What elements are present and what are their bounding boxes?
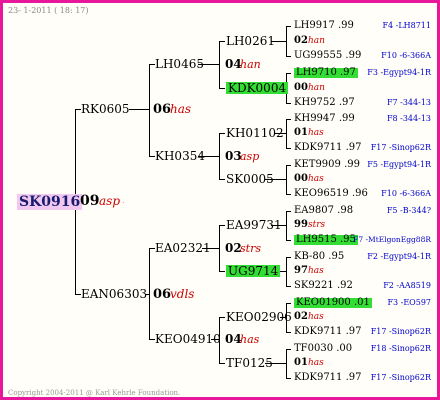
pair-number: 01 xyxy=(294,127,308,138)
pedigree-info: F7 -MtElgonEgg88R xyxy=(353,235,431,244)
pair-number: 06 xyxy=(153,102,172,117)
pigeon-id[interactable]: SK0005 xyxy=(226,173,274,185)
pigeon-id[interactable]: KH9752 .97 xyxy=(294,98,355,108)
pair-name: has xyxy=(308,358,324,368)
pigeon-id[interactable]: KEO02906 xyxy=(226,311,292,323)
pigeon-id[interactable]: LH0465 xyxy=(155,58,204,70)
pair-name: has xyxy=(308,312,324,322)
pair-name: han xyxy=(308,83,325,93)
pigeon-id-highlighted[interactable]: KEO01900 .01 xyxy=(294,298,372,308)
pair-number: 00 xyxy=(294,173,308,184)
pair-number: 02 xyxy=(294,35,308,46)
root-name: asp xyxy=(99,194,120,208)
pedigree-info: F5 -B-344? xyxy=(386,206,431,215)
pigeon-id[interactable]: EA02321 xyxy=(155,242,211,254)
pedigree-info: F2 -AA8519 xyxy=(383,281,431,290)
pair-name: strs xyxy=(308,220,326,230)
pedigree-info: F3 -Egypt94-1R xyxy=(367,68,431,77)
pair-name: has xyxy=(308,174,324,184)
pigeon-id[interactable]: TF0030 .00 xyxy=(294,344,352,354)
pair-name: vdls xyxy=(170,287,195,301)
pigeon-id[interactable]: UG99555 .99 xyxy=(294,51,361,61)
pedigree-info: F5 -Egypt94-1R xyxy=(367,160,431,169)
pair-number: 00 xyxy=(294,82,308,93)
pigeon-id[interactable]: KH01102 xyxy=(226,127,284,139)
pigeon-id[interactable]: TF0125 xyxy=(226,357,273,369)
pedigree-info: F18 -Sinop62R xyxy=(370,344,431,353)
pigeon-id[interactable]: SK9221 .92 xyxy=(294,281,353,291)
pedigree-info: F17 -Sinop62R xyxy=(370,143,431,152)
pigeon-id[interactable]: KEO96519 .96 xyxy=(294,189,368,199)
pigeon-id[interactable]: LH0261 xyxy=(226,35,275,47)
pigeon-id[interactable]: KB-80 .95 xyxy=(294,252,344,262)
pair-name: han xyxy=(308,36,325,46)
pigeon-id[interactable]: KH9947 .99 xyxy=(294,114,355,124)
pedigree-info: F4 -LH8711 xyxy=(382,21,431,30)
pedigree-frame: 23- 1-2011 ( 18: 17) Copyright 2004-2011… xyxy=(0,0,440,400)
pedigree-info: F3 -EO597 xyxy=(387,298,431,307)
pigeon-id[interactable]: LH9917 .99 xyxy=(294,21,354,31)
pigeon-id[interactable]: KET9909 .99 xyxy=(294,160,360,170)
copyright-text: Copyright 2004-2011 @ Karl Kehrle Founda… xyxy=(8,389,181,397)
pedigree-info: F10 -6-366A xyxy=(381,189,431,198)
pedigree-info: F2 -Egypt94-1R xyxy=(367,252,431,261)
pedigree-info: F8 -344-13 xyxy=(386,114,431,123)
pigeon-id[interactable]: EA99731 xyxy=(226,219,282,231)
pigeon-id-highlighted[interactable]: UG9714 xyxy=(226,265,281,277)
pair-number: 06 xyxy=(153,287,172,302)
pigeon-id-highlighted[interactable]: LH9515 .95 xyxy=(294,235,358,245)
pair-number: 01 xyxy=(294,357,308,368)
pigeon-id[interactable]: KDK9711 .97 xyxy=(294,327,362,337)
pedigree-info: F7 -344-13 xyxy=(386,98,431,107)
pedigree-info: F17 -Sinop62R xyxy=(370,373,431,382)
pigeon-id[interactable]: KDK9711 .97 xyxy=(294,373,362,383)
root-pigeon-id[interactable]: SK0916 xyxy=(17,194,83,210)
pair-name: has xyxy=(240,333,260,346)
pair-name: has xyxy=(170,102,192,116)
pigeon-id[interactable]: EAN06303 xyxy=(81,288,147,300)
pair-number: 99 xyxy=(294,219,308,230)
pigeon-id-highlighted[interactable]: LH9710 .97 xyxy=(294,68,358,78)
pair-name: has xyxy=(308,128,324,138)
pair-number: 02 xyxy=(294,311,308,322)
header-date: 23- 1-2011 ( 18: 17) xyxy=(8,6,89,15)
pigeon-id[interactable]: KEO04910 xyxy=(155,333,221,345)
root-dots: . xyxy=(122,196,125,205)
pigeon-id[interactable]: RK0605 xyxy=(81,103,130,115)
pair-name: has xyxy=(308,266,324,276)
pigeon-id-highlighted[interactable]: KDK0004 xyxy=(226,82,289,94)
pedigree-info: F10 -6-366A xyxy=(381,51,431,60)
pedigree-info: F17 -Sinop62R xyxy=(370,327,431,336)
pair-number: 97 xyxy=(294,265,308,276)
root-number: 09 xyxy=(80,193,100,209)
pigeon-id[interactable]: KDK9711 .97 xyxy=(294,143,362,153)
pair-name: asp xyxy=(240,150,260,163)
pigeon-id[interactable]: KH0354 xyxy=(155,150,205,162)
pair-name: strs xyxy=(240,242,261,255)
pair-name: han xyxy=(240,58,261,71)
pigeon-id[interactable]: EA9807 .98 xyxy=(294,206,353,216)
